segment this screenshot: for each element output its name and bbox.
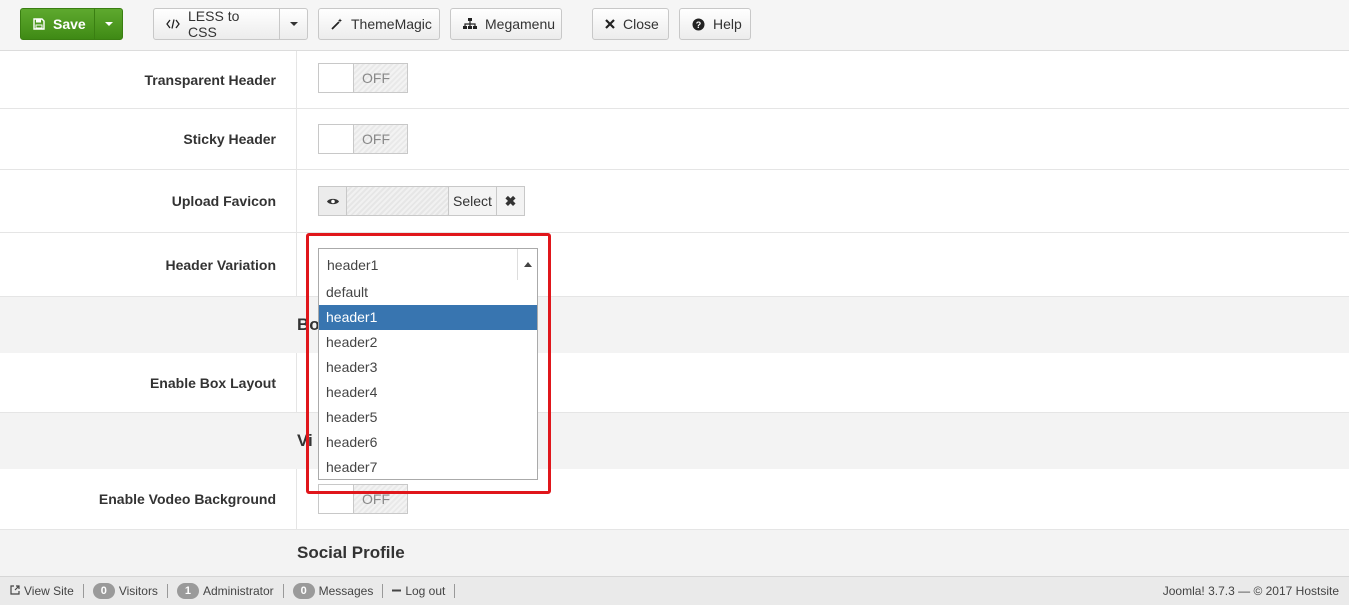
option-header6[interactable]: header6 (319, 430, 537, 455)
megamenu-label: Megamenu (485, 16, 556, 32)
box-layout-section-header: Bo (0, 297, 1349, 353)
enable-video-background-label: Enable Vodeo Background (0, 469, 297, 529)
header-variation-options: default header1 header2 header3 header4 … (318, 280, 538, 480)
option-header5[interactable]: header5 (319, 405, 537, 430)
megamenu-button[interactable]: Megamenu (450, 8, 562, 40)
enable-video-background-row: Enable Vodeo Background (0, 469, 1349, 530)
less-to-css-button[interactable]: LESS to CSS (153, 8, 280, 40)
chevron-down-icon (289, 22, 298, 26)
visitors-label: Visitors (118, 584, 158, 598)
thememagic-button[interactable]: ThemeMagic (318, 8, 440, 40)
favicon-select-button[interactable]: Select (449, 187, 497, 215)
messages-link[interactable]: 0 Messages (284, 583, 384, 599)
sticky-header-toggle[interactable]: OFF (318, 124, 408, 154)
section-title-box: Bo (297, 315, 320, 334)
close-button[interactable]: Close (592, 8, 669, 40)
logout-link[interactable]: Log out (383, 584, 456, 598)
social-profile-section-header: Social Profile (0, 530, 1349, 576)
toggle-knob (319, 64, 354, 92)
enable-box-layout-row: Enable Box Layout (0, 353, 1349, 413)
close-label: Close (623, 16, 659, 32)
status-bar: View Site 0 Visitors 1 Administrator 0 M… (0, 576, 1349, 605)
administrator-link[interactable]: 1 Administrator (168, 583, 284, 599)
section-title-video: Vi (297, 431, 313, 450)
toggle-state: OFF (354, 64, 407, 92)
messages-label: Messages (318, 584, 374, 598)
close-icon (605, 19, 615, 29)
help-label: Help (713, 16, 742, 32)
visitors-count-badge: 0 (92, 583, 115, 599)
option-header2[interactable]: header2 (319, 330, 537, 355)
enable-box-layout-label: Enable Box Layout (0, 353, 297, 412)
option-header1[interactable]: header1 (319, 305, 537, 330)
toggle-state: OFF (354, 125, 407, 153)
transparent-header-row: Transparent Header (0, 51, 1349, 109)
header-variation-row: Header Variation (0, 233, 1349, 297)
upload-favicon-row: Upload Favicon (0, 170, 1349, 233)
version-copyright: Joomla! 3.7.3 — © 2017 Hostsite (1162, 584, 1339, 598)
view-site-link[interactable]: View Site (10, 584, 84, 598)
option-header3[interactable]: header3 (319, 355, 537, 380)
toggle-state: OFF (354, 485, 407, 513)
sticky-header-row: Sticky Header (0, 109, 1349, 170)
view-site-label: View Site (24, 584, 74, 598)
magic-wand-icon (331, 18, 343, 30)
toolbar: Save LESS to CSS ThemeMagic Megamenu Clo… (0, 0, 1349, 51)
option-header4[interactable]: header4 (319, 380, 537, 405)
less-options-toggle[interactable] (279, 8, 308, 40)
sticky-header-label: Sticky Header (0, 109, 297, 169)
svg-text:?: ? (696, 20, 702, 30)
chevron-down-icon (104, 22, 113, 26)
question-circle-icon: ? (692, 18, 705, 31)
favicon-media-field: Select ✖ (318, 186, 525, 216)
video-background-toggle[interactable]: OFF (318, 484, 408, 514)
video-section-header: Vi (0, 413, 1349, 469)
preview-eye-icon[interactable] (319, 187, 347, 215)
administrator-label: Administrator (202, 584, 274, 598)
header-variation-select[interactable]: header1 (318, 248, 538, 281)
transparent-header-label: Transparent Header (0, 51, 297, 108)
sitemap-icon (463, 18, 477, 30)
transparent-header-toggle[interactable]: OFF (318, 63, 408, 93)
toggle-knob (319, 125, 354, 153)
save-label: Save (53, 16, 86, 32)
favicon-path-input[interactable] (347, 187, 449, 215)
upload-favicon-label: Upload Favicon (0, 170, 297, 232)
external-link-icon (10, 584, 20, 598)
help-button[interactable]: ? Help (679, 8, 751, 40)
option-default[interactable]: default (319, 280, 537, 305)
option-header7[interactable]: header7 (319, 455, 537, 480)
header-variation-label: Header Variation (0, 233, 297, 296)
section-title-social-profile: Social Profile (297, 543, 405, 562)
visitors-link[interactable]: 0 Visitors (84, 583, 168, 599)
save-options-toggle[interactable] (94, 8, 123, 40)
thememagic-label: ThemeMagic (351, 16, 432, 32)
minus-icon (392, 584, 402, 598)
favicon-clear-icon[interactable]: ✖ (497, 187, 524, 215)
logout-label: Log out (405, 584, 446, 598)
less-to-css-label: LESS to CSS (188, 8, 240, 40)
messages-count-badge: 0 (292, 583, 315, 599)
toggle-knob (319, 485, 354, 513)
save-button[interactable]: Save (20, 8, 95, 40)
code-icon (166, 19, 180, 29)
admin-count-badge: 1 (176, 583, 199, 599)
chevron-up-icon (517, 249, 537, 280)
selected-value: header1 (327, 256, 379, 273)
floppy-disk-icon (33, 18, 45, 30)
